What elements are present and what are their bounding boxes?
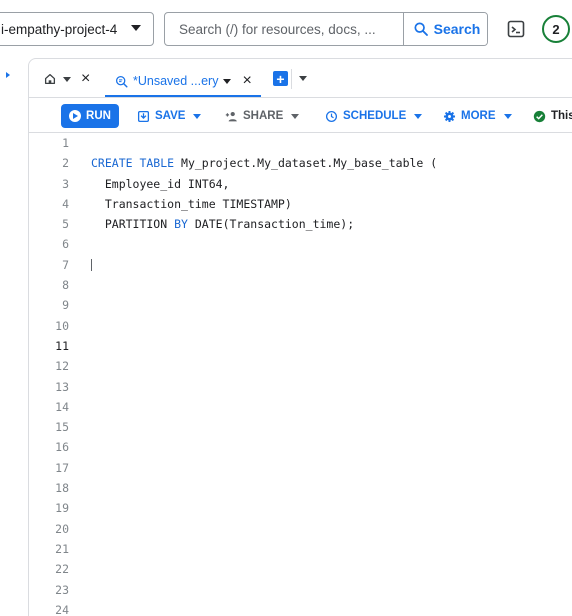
top-bar: i-empathy-project-4 Search 2 bbox=[0, 0, 572, 58]
add-tab-button[interactable]: + bbox=[273, 71, 288, 86]
clock-icon bbox=[325, 110, 338, 122]
line-number: 4 bbox=[62, 196, 69, 211]
line-number: 5 bbox=[62, 217, 69, 232]
chevron-down-icon bbox=[503, 113, 512, 119]
line-number: 3 bbox=[62, 176, 69, 191]
more-label: MORE bbox=[461, 110, 496, 122]
search-input[interactable] bbox=[165, 13, 403, 45]
query-icon bbox=[115, 75, 128, 88]
save-icon bbox=[137, 110, 150, 122]
play-icon bbox=[69, 110, 82, 122]
chevron-down-icon bbox=[414, 113, 423, 119]
line-number: 21 bbox=[55, 541, 69, 556]
code-line-2: CREATE TABLE My_project.My_dataset.My_ba… bbox=[91, 153, 572, 173]
line-number: 1 bbox=[62, 136, 69, 150]
chevron-right-icon[interactable] bbox=[6, 72, 10, 78]
code-line-4: Transaction_time TIMESTAMP) bbox=[91, 196, 292, 211]
chevron-down-icon bbox=[131, 25, 141, 31]
tab-divider bbox=[291, 69, 292, 89]
line-number: 9 bbox=[62, 298, 69, 313]
close-icon[interactable]: × bbox=[81, 71, 90, 87]
search-button[interactable]: Search bbox=[403, 13, 487, 45]
line-number: 15 bbox=[55, 420, 69, 435]
search-box: Search bbox=[164, 12, 488, 46]
query-validation-status: This bbox=[533, 106, 572, 126]
save-label: SAVE bbox=[155, 110, 186, 122]
gear-icon bbox=[443, 110, 456, 122]
sql-keyword: CREATE TABLE bbox=[91, 156, 175, 171]
share-button[interactable]: SHARE bbox=[225, 106, 300, 126]
project-name: i-empathy-project-4 bbox=[1, 21, 118, 37]
code-content[interactable]: CREATE TABLE My_project.My_dataset.My_ba… bbox=[91, 133, 572, 616]
tab-unsaved-query[interactable]: *Unsaved ...ery × bbox=[105, 65, 261, 97]
line-number: 18 bbox=[55, 481, 69, 496]
editor-tab-bar: × *Unsaved ...ery × + bbox=[29, 59, 572, 97]
add-person-icon bbox=[225, 111, 237, 121]
code-line-3: Employee_id INT64, bbox=[91, 176, 230, 191]
line-number: 11 bbox=[55, 338, 69, 353]
query-editor-panel: × *Unsaved ...ery × + RUN SAVE SHARE SCH… bbox=[28, 58, 572, 616]
share-label: SHARE bbox=[243, 110, 284, 122]
chevron-down-icon[interactable] bbox=[223, 78, 232, 84]
close-icon[interactable]: × bbox=[242, 73, 251, 89]
explorer-collapsed-strip bbox=[0, 58, 18, 616]
notification-count: 2 bbox=[552, 21, 560, 37]
chevron-down-icon bbox=[291, 113, 300, 119]
run-label: RUN bbox=[86, 110, 111, 122]
line-number: 17 bbox=[55, 460, 69, 475]
tab-home[interactable]: × bbox=[43, 69, 90, 89]
line-number: 12 bbox=[55, 359, 69, 374]
sql-keyword: BY bbox=[174, 217, 188, 232]
tab-label: *Unsaved ...ery bbox=[133, 74, 219, 88]
sql-text: My_project.My_dataset.My_base_table ( bbox=[174, 156, 438, 171]
line-number: 6 bbox=[62, 237, 69, 252]
search-icon bbox=[414, 22, 428, 36]
schedule-button[interactable]: SCHEDULE bbox=[325, 106, 423, 126]
line-number: 24 bbox=[55, 602, 69, 616]
line-number: 14 bbox=[55, 399, 69, 414]
line-number: 10 bbox=[55, 318, 69, 333]
line-number: 19 bbox=[55, 501, 69, 516]
save-button[interactable]: SAVE bbox=[137, 106, 202, 126]
sql-text: DATE(Transaction_time); bbox=[187, 217, 355, 232]
code-line-7 bbox=[91, 255, 572, 275]
status-text: This bbox=[551, 110, 572, 122]
line-number: 20 bbox=[55, 521, 69, 536]
code-editor[interactable]: 1 2 3 4 5 6 7 8 9 10 11 12 13 14 15 16 17 18 19 20 21 22 23 24 … bbox=[29, 133, 572, 616]
plus-icon: + bbox=[276, 70, 285, 87]
more-button[interactable]: MORE bbox=[443, 106, 512, 126]
line-number: 2 bbox=[62, 156, 69, 171]
home-icon bbox=[44, 73, 56, 85]
line-number: 22 bbox=[55, 562, 69, 577]
editor-toolbar: RUN SAVE SHARE SCHEDULE MORE Thi bbox=[29, 97, 572, 133]
chevron-down-icon[interactable] bbox=[63, 76, 71, 82]
notification-badge[interactable]: 2 bbox=[542, 15, 570, 43]
search-button-label: Search bbox=[433, 21, 481, 37]
chevron-down-icon bbox=[193, 113, 202, 119]
sql-text: PARTITION bbox=[91, 217, 175, 232]
text-cursor bbox=[91, 259, 92, 272]
check-circle-icon bbox=[533, 110, 546, 122]
line-number: 16 bbox=[55, 440, 69, 455]
project-selector[interactable]: i-empathy-project-4 bbox=[0, 12, 154, 46]
line-number: 13 bbox=[55, 379, 69, 394]
line-number: 7 bbox=[62, 257, 69, 272]
code-line-5: PARTITION BY DATE(Transaction_time); bbox=[91, 214, 572, 234]
schedule-label: SCHEDULE bbox=[343, 110, 407, 122]
line-number-gutter: 1 2 3 4 5 6 7 8 9 10 11 12 13 14 15 16 17 18 19 20 21 22 23 24 bbox=[29, 133, 81, 616]
chevron-down-icon[interactable] bbox=[299, 76, 307, 81]
line-number: 23 bbox=[55, 582, 69, 597]
cloud-shell-icon[interactable] bbox=[506, 19, 526, 39]
line-number: 8 bbox=[62, 278, 69, 293]
run-button[interactable]: RUN bbox=[61, 104, 119, 128]
